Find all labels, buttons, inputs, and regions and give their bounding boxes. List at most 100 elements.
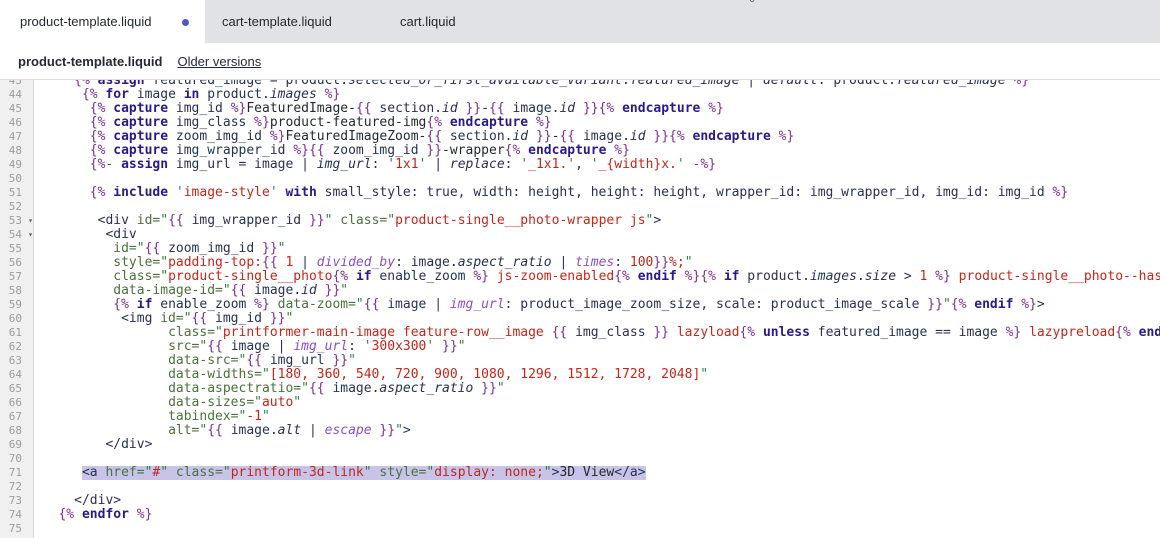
line-content: src="{{ image | img_url: '300x300' }}" xyxy=(34,340,1160,354)
code-line-46[interactable]: 46 {% capture img_class %}product-featur… xyxy=(0,116,1160,130)
line-content xyxy=(34,200,1160,214)
line-number: 48 xyxy=(0,144,34,158)
code-line-69[interactable]: 69 </div> xyxy=(0,438,1160,452)
code-line-44[interactable]: 44 {% for image in product.images %} xyxy=(0,88,1160,102)
line-content: class="product-single__photo{% if enable… xyxy=(34,270,1160,284)
tab-label: cart-template.liquid xyxy=(222,14,332,29)
code-line-75[interactable]: 75 xyxy=(0,522,1160,536)
line-number: 75 xyxy=(0,522,34,536)
line-number: 46 xyxy=(0,116,34,130)
line-content: data-widths="[180, 360, 540, 720, 900, 1… xyxy=(34,368,1160,382)
line-number: 72 xyxy=(0,480,34,494)
tab-label: product-template.liquid xyxy=(20,14,152,29)
line-number: 65 xyxy=(0,382,34,396)
editor-tab-bar: product-template.liquid cart-template.li… xyxy=(0,0,1160,43)
line-number: 47 xyxy=(0,130,34,144)
line-content: {% capture img_wrapper_id %}{{ zoom_img_… xyxy=(34,144,1160,158)
line-content: {% capture img_class %}product-featured-… xyxy=(34,116,1160,130)
fold-arrow-icon[interactable]: ▾ xyxy=(28,215,33,227)
line-content: tabindex="-1" xyxy=(34,410,1160,424)
code-line-72[interactable]: 72 xyxy=(0,480,1160,494)
file-header: product-template.liquid Older versions xyxy=(0,43,1160,79)
line-content: data-sizes="auto" xyxy=(34,396,1160,410)
code-line-52[interactable]: 52 xyxy=(0,200,1160,214)
line-content: {% for image in product.images %} xyxy=(34,88,1160,102)
code-line-70[interactable]: 70 xyxy=(0,452,1160,466)
line-number: 49 xyxy=(0,158,34,172)
code-line-60[interactable]: 60 <img id="{{ img_id }}" xyxy=(0,312,1160,326)
line-content: data-aspectratio="{{ image.aspect_ratio … xyxy=(34,382,1160,396)
older-versions-link[interactable]: Older versions xyxy=(177,54,261,69)
code-line-48[interactable]: 48 {% capture img_wrapper_id %}{{ zoom_i… xyxy=(0,144,1160,158)
code-line-50[interactable]: 50 xyxy=(0,172,1160,186)
line-number: 57 xyxy=(0,270,34,284)
line-content: data-src="{{ img_url }}" xyxy=(34,354,1160,368)
code-line-53[interactable]: 53▾ <div id="{{ img_wrapper_id }}" class… xyxy=(0,214,1160,228)
line-content: <img id="{{ img_id }}" xyxy=(34,312,1160,326)
line-content: {% endfor %} xyxy=(34,508,1160,522)
code-line-58[interactable]: 58 data-image-id="{{ image.id }}" xyxy=(0,284,1160,298)
line-number: 58 xyxy=(0,284,34,298)
line-content xyxy=(34,172,1160,186)
line-number: 71 xyxy=(0,466,34,480)
code-line-65[interactable]: 65 data-aspectratio="{{ image.aspect_rat… xyxy=(0,382,1160,396)
code-line-59[interactable]: 59 {% if enable_zoom %} data-zoom="{{ im… xyxy=(0,298,1160,312)
line-number: 63 xyxy=(0,354,34,368)
line-content xyxy=(34,480,1160,494)
code-line-67[interactable]: 67 tabindex="-1" xyxy=(0,410,1160,424)
code-line-71[interactable]: 71 <a href="#" class="printform-3d-link"… xyxy=(0,466,1160,480)
code-line-45[interactable]: 45 {% capture img_id %}FeaturedImage-{{ … xyxy=(0,102,1160,116)
code-line-62[interactable]: 62 src="{{ image | img_url: '300x300' }}… xyxy=(0,340,1160,354)
code-line-68[interactable]: 68 alt="{{ image.alt | escape }}"> xyxy=(0,424,1160,438)
line-number: 67 xyxy=(0,410,34,424)
fold-arrow-icon[interactable]: ▾ xyxy=(28,229,33,241)
line-content: {% capture zoom_img_id %}FeaturedImageZo… xyxy=(34,130,1160,144)
selected-text: <a href="#" class="printform-3d-link" st… xyxy=(82,466,646,480)
line-content: {% include 'image-style' with small_styl… xyxy=(34,186,1160,200)
line-number: 68 xyxy=(0,424,34,438)
code-line-63[interactable]: 63 data-src="{{ img_url }}" xyxy=(0,354,1160,368)
code-line-56[interactable]: 56 style="padding-top:{{ 1 | divided_by:… xyxy=(0,256,1160,270)
tab-cart[interactable]: cart.liquid xyxy=(375,0,515,43)
code-line-73[interactable]: 73 </div> xyxy=(0,494,1160,508)
code-line-74[interactable]: 74 {% endfor %} xyxy=(0,508,1160,522)
code-line-47[interactable]: 47 {% capture zoom_img_id %}FeaturedImag… xyxy=(0,130,1160,144)
code-line-66[interactable]: 66 data-sizes="auto" xyxy=(0,396,1160,410)
code-line-57[interactable]: 57 class="product-single__photo{% if ena… xyxy=(0,270,1160,284)
code-line-51[interactable]: 51 {% include 'image-style' with small_s… xyxy=(0,186,1160,200)
line-number: 44 xyxy=(0,88,34,102)
line-content: <a href="#" class="printform-3d-link" st… xyxy=(34,466,1160,480)
tab-cart-template[interactable]: cart-template.liquid xyxy=(205,0,375,43)
line-number: 43 xyxy=(0,79,34,88)
line-number: 45 xyxy=(0,102,34,116)
code-line-43[interactable]: 43 {% assign featured_image = product.se… xyxy=(0,79,1160,88)
line-number: 51 xyxy=(0,186,34,200)
line-number: 54▾ xyxy=(0,228,34,242)
tab-product-template[interactable]: product-template.liquid xyxy=(0,0,205,43)
line-number: 53▾ xyxy=(0,214,34,228)
line-number: 70 xyxy=(0,452,34,466)
line-content xyxy=(34,522,1160,536)
line-content: {%- assign img_url = image | img_url: '1… xyxy=(34,158,1160,172)
line-content: {% if enable_zoom %} data-zoom="{{ image… xyxy=(34,298,1160,312)
code-line-61[interactable]: 61 class="printformer-main-image feature… xyxy=(0,326,1160,340)
line-number: 59 xyxy=(0,298,34,312)
code-line-49[interactable]: 49 {%- assign img_url = image | img_url:… xyxy=(0,158,1160,172)
line-number: 62 xyxy=(0,340,34,354)
line-number: 52 xyxy=(0,200,34,214)
line-number: 56 xyxy=(0,256,34,270)
line-number: 74 xyxy=(0,508,34,522)
code-line-64[interactable]: 64 data-widths="[180, 360, 540, 720, 900… xyxy=(0,368,1160,382)
line-content: {% capture img_id %}FeaturedImage-{{ sec… xyxy=(34,102,1160,116)
code-lines: 43 {% assign featured_image = product.se… xyxy=(0,79,1160,536)
line-content: data-image-id="{{ image.id }}" xyxy=(34,284,1160,298)
line-number: 50 xyxy=(0,172,34,186)
code-line-54[interactable]: 54▾ <div xyxy=(0,228,1160,242)
line-content: style="padding-top:{{ 1 | divided_by: im… xyxy=(34,256,1160,270)
line-content: </div> xyxy=(34,494,1160,508)
code-line-55[interactable]: 55 id="{{ zoom_img_id }}" xyxy=(0,242,1160,256)
line-content: </div> xyxy=(34,438,1160,452)
line-content xyxy=(34,452,1160,466)
line-number: 66 xyxy=(0,396,34,410)
code-editor[interactable]: 43 {% assign featured_image = product.se… xyxy=(0,79,1160,538)
